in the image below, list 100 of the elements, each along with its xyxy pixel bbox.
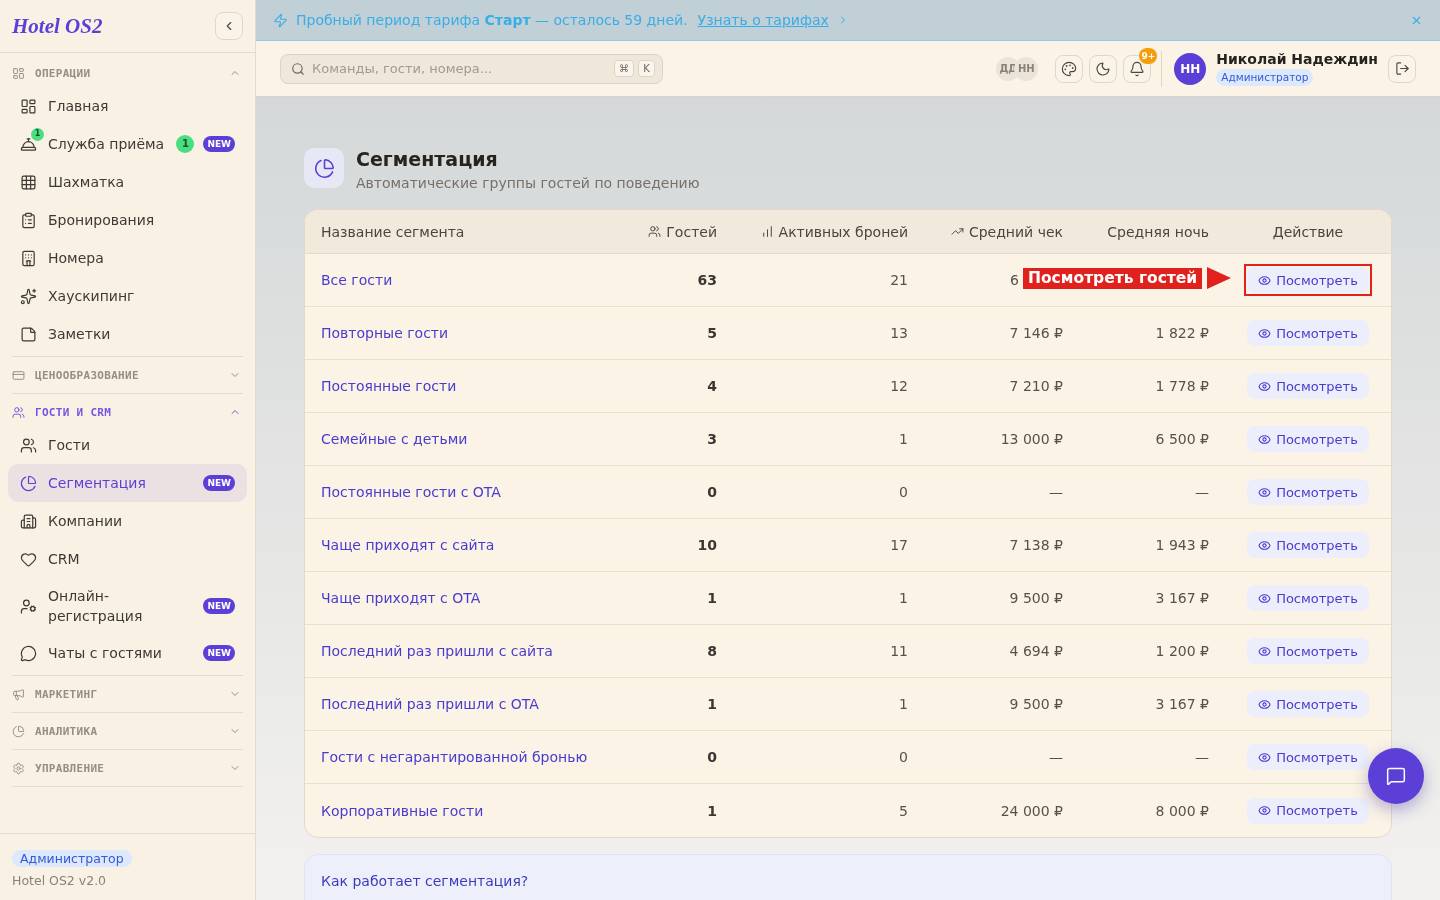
nav-item[interactable]: Бронирования <box>8 201 247 239</box>
count-badge: 1 <box>176 135 195 153</box>
table-cell: 8 000 ₽ <box>1155 802 1209 819</box>
pie-chart-icon <box>304 148 344 188</box>
section-header[interactable]: ГОСТИ И CRM <box>8 402 247 422</box>
lightning-icon <box>273 12 288 28</box>
table-cell: 21 <box>890 272 908 288</box>
nav-item[interactable]: Гости <box>8 426 247 464</box>
nav-item[interactable]: Онлайн-регистрация NEW <box>8 578 247 634</box>
view-button[interactable]: Посмотреть <box>1247 479 1369 505</box>
note-icon <box>20 325 37 343</box>
new-badge: NEW <box>203 598 235 614</box>
segment-link[interactable]: Повторные гости <box>321 325 449 341</box>
trend-up-icon <box>950 225 964 238</box>
nav-item[interactable]: Чаты с гостями NEW <box>8 634 247 672</box>
info-title: Как работает сегментация? <box>321 872 530 891</box>
segment-link[interactable]: Чаще приходят с сайта <box>321 537 495 553</box>
column-header: Средняя ночь <box>1107 223 1209 240</box>
user-avatar[interactable]: НН <box>1174 52 1207 85</box>
count-badge: 1 <box>31 127 44 141</box>
table-cell: 11 <box>890 643 908 659</box>
table-cell: 3 167 ₽ <box>1155 696 1209 712</box>
table-cell: 8 <box>707 643 717 659</box>
eye-icon <box>1258 432 1272 446</box>
eye-icon <box>1258 379 1272 393</box>
view-button[interactable]: Посмотреть <box>1247 585 1369 611</box>
chat-button[interactable] <box>1368 748 1424 804</box>
clipboard-icon <box>20 211 37 229</box>
segment-link[interactable]: Гости с негарантированной бронью <box>321 749 588 765</box>
eye-icon <box>1258 485 1272 499</box>
search-icon <box>291 61 305 76</box>
table-cell: 1 <box>707 696 717 712</box>
eye-icon <box>1258 273 1272 287</box>
palette-icon <box>1061 60 1078 77</box>
column-header: Гостей <box>666 223 717 240</box>
view-button[interactable]: Посмотреть <box>1247 426 1369 452</box>
view-button[interactable]: Посмотреть <box>1247 797 1369 824</box>
nav-item[interactable]: Хаускипинг <box>8 277 247 315</box>
table-cell: 3 167 ₽ <box>1155 590 1209 606</box>
view-button[interactable]: Посмотреть <box>1247 373 1369 399</box>
nav-item[interactable]: Сегментация NEW <box>8 464 247 502</box>
view-button[interactable]: Посмотреть <box>1247 532 1369 558</box>
table-cell: 24 000 ₽ <box>1000 802 1063 819</box>
logo: Hotel OS2 <box>12 13 103 39</box>
users-icon <box>20 436 37 454</box>
segment-link[interactable]: Последний раз пришли с сайта <box>321 643 553 659</box>
table-cell: 6 <box>1010 272 1019 288</box>
nav-item[interactable]: Заметки <box>8 315 247 353</box>
table-cell: 1 <box>899 696 908 712</box>
segment-link[interactable]: Постоянные гости <box>321 378 457 394</box>
nav-item[interactable]: 1 Служба приёма 1 NEW <box>8 125 247 163</box>
users-icon <box>648 225 662 238</box>
role-badge: Администратор <box>12 850 132 867</box>
bell-icon <box>1129 60 1146 77</box>
dark-mode-button[interactable] <box>1089 54 1118 83</box>
eye-icon <box>1258 538 1272 552</box>
table-cell: 13 <box>890 325 908 341</box>
table-cell: 10 <box>697 537 717 553</box>
table-cell: 6 500 ₽ <box>1155 431 1209 447</box>
nav-item[interactable]: CRM <box>8 540 247 578</box>
building-icon <box>20 249 37 267</box>
segment-link[interactable]: Чаще приходят с OTA <box>321 590 481 606</box>
segment-link[interactable]: Постоянные гости с OTA <box>321 484 501 500</box>
table-cell: 1 200 ₽ <box>1155 643 1209 659</box>
table-cell: 7 138 ₽ <box>1009 537 1063 553</box>
table-cell: 5 <box>707 325 717 341</box>
column-header: Средний чек <box>968 223 1063 240</box>
new-badge: NEW <box>203 475 235 491</box>
table-cell: — <box>1049 484 1063 500</box>
view-button[interactable]: Посмотреть <box>1247 691 1369 717</box>
table-cell: 5 <box>899 802 908 819</box>
theme-button[interactable] <box>1055 54 1084 83</box>
view-button[interactable]: Посмотреть <box>1247 267 1369 293</box>
megaphone-icon <box>12 687 25 701</box>
segment-link[interactable]: Последний раз пришли с OTA <box>321 696 539 712</box>
view-button[interactable]: Посмотреть <box>1247 320 1369 346</box>
dashboard-icon <box>12 66 25 80</box>
segment-link[interactable]: Все гости <box>321 272 393 288</box>
segment-link[interactable]: Семейные с детьми <box>321 431 468 447</box>
user-avatar: НН <box>1014 56 1039 81</box>
nav-item[interactable]: Номера <box>8 239 247 277</box>
view-button[interactable]: Посмотреть <box>1247 744 1369 770</box>
table-cell: 7 146 ₽ <box>1009 325 1063 341</box>
segment-link[interactable]: Корпоративные гости <box>321 802 484 819</box>
view-button[interactable]: Посмотреть <box>1247 638 1369 664</box>
new-badge: NEW <box>203 136 235 152</box>
page-subtitle: Автоматические группы гостей по поведению <box>356 174 700 193</box>
column-header: Активных броней <box>778 223 908 240</box>
logout-button[interactable] <box>1388 54 1416 83</box>
user-gear-icon <box>20 597 37 615</box>
nav-item[interactable]: Компании <box>8 502 247 540</box>
table-cell: — <box>1195 484 1209 500</box>
table-cell: 7 210 ₽ <box>1009 378 1063 394</box>
nav-item[interactable]: Главная <box>8 87 247 125</box>
table-cell: 9 500 ₽ <box>1009 696 1063 712</box>
arrow-icon <box>1207 267 1232 289</box>
banner-message: Пробный период тарифа Старт — осталось 59 дней. <box>296 12 688 28</box>
users-icon <box>12 405 25 419</box>
table-cell: 0 <box>707 484 717 500</box>
nav-item[interactable]: Шахматка <box>8 163 247 201</box>
